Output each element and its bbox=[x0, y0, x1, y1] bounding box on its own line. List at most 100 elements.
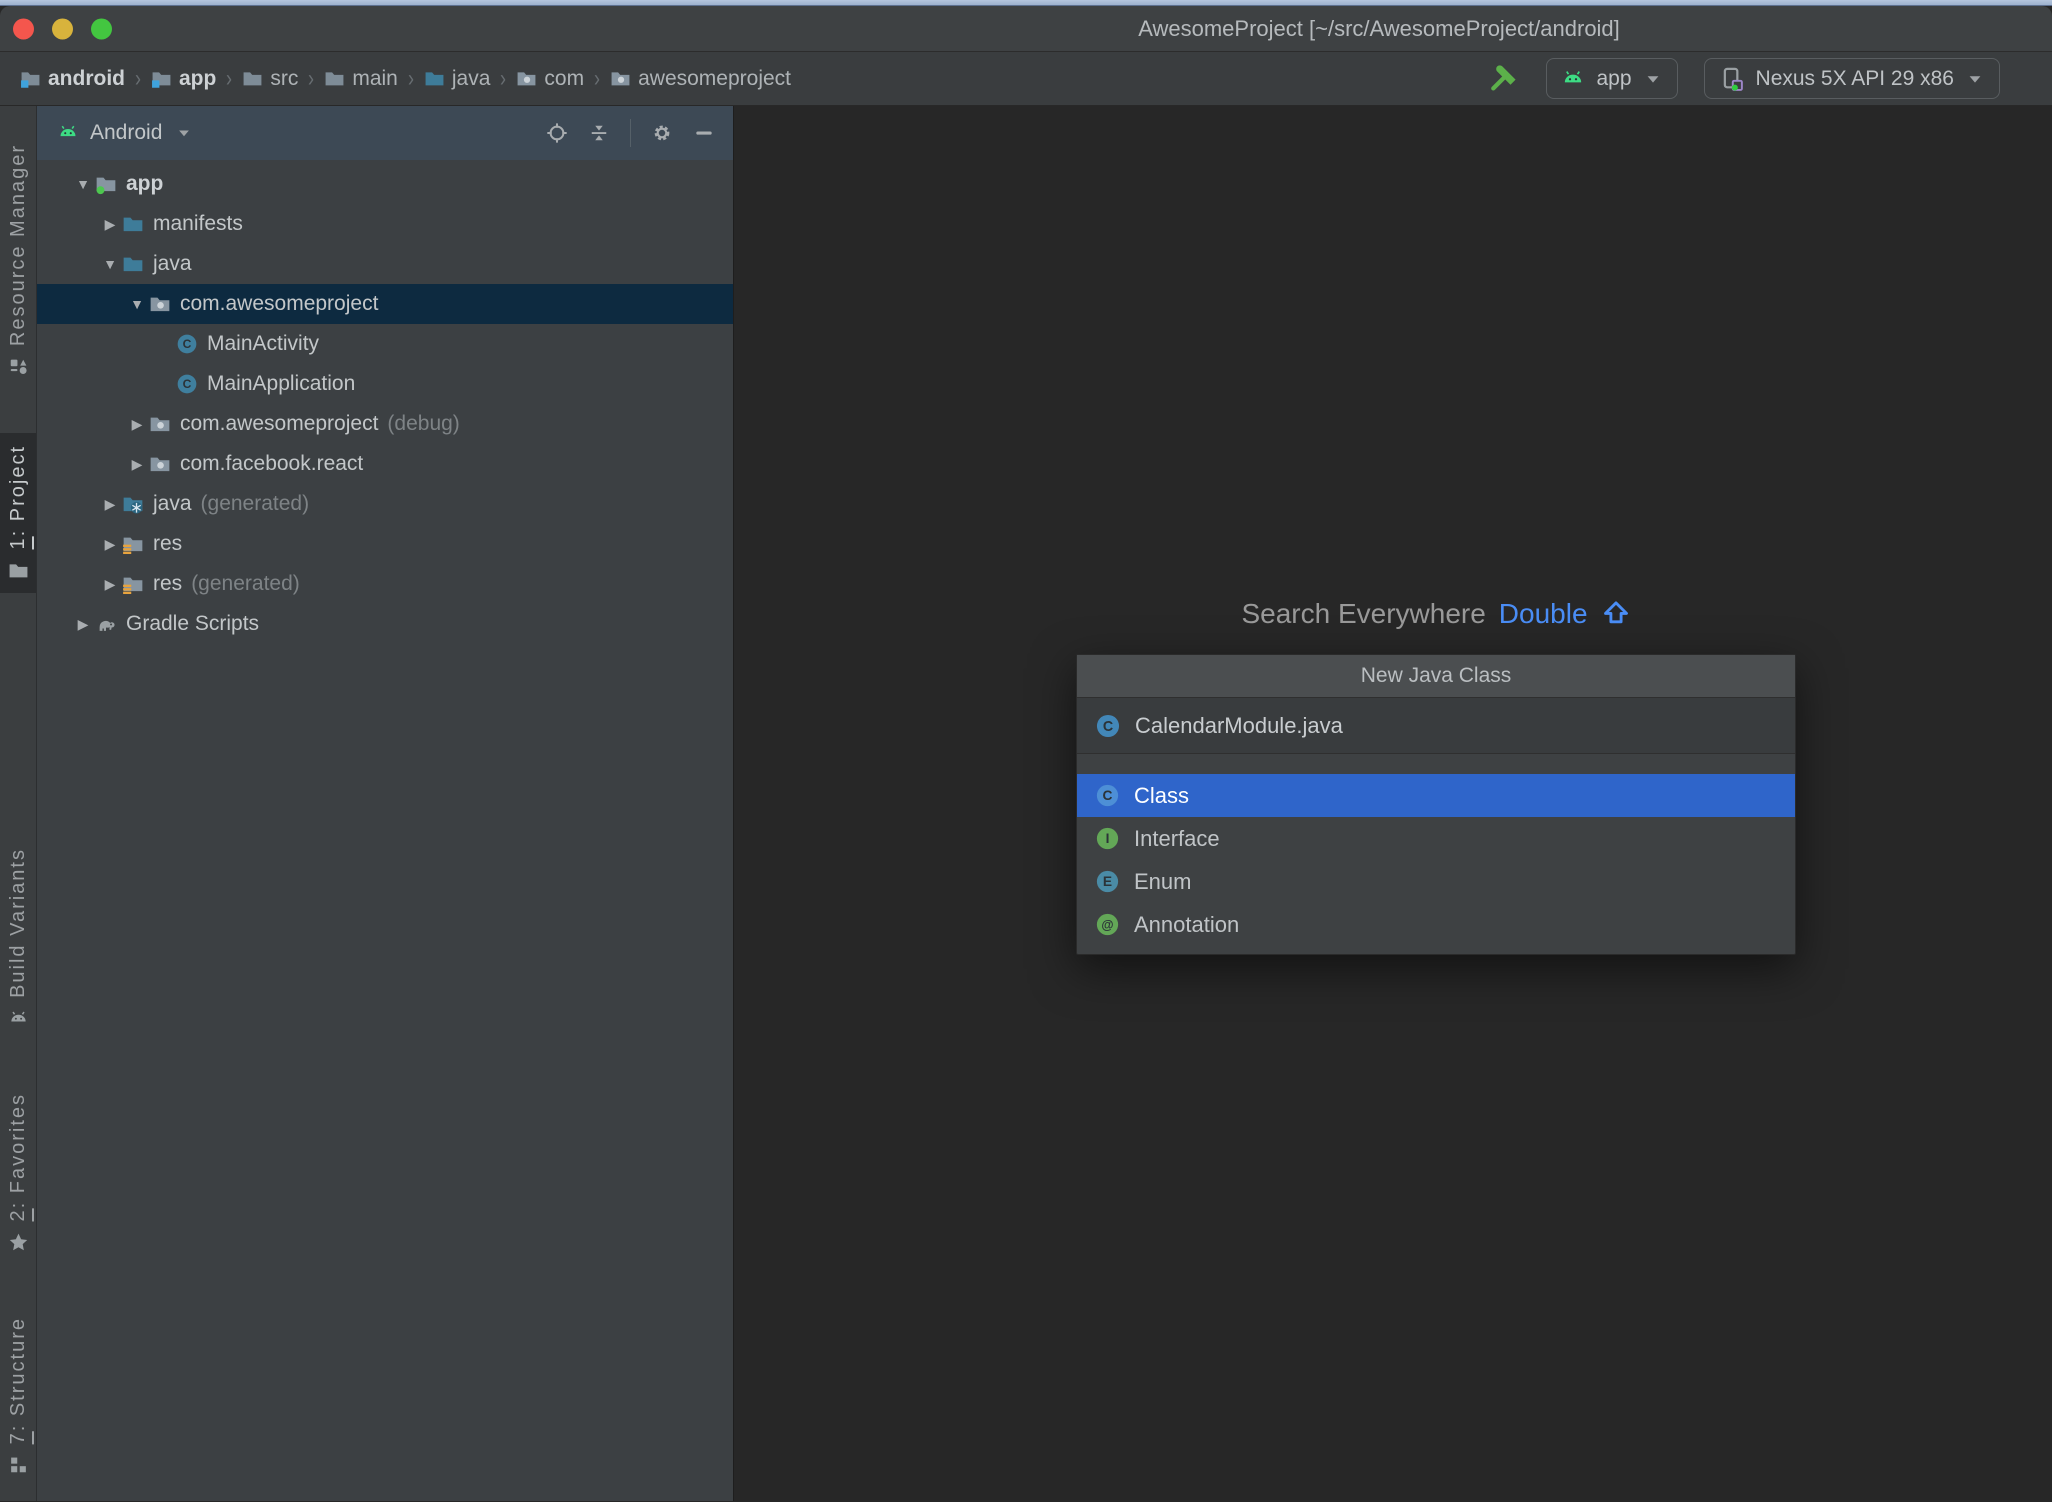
folder-teal-icon bbox=[122, 213, 144, 235]
settings-gear-icon[interactable] bbox=[651, 122, 673, 144]
kind-label: Class bbox=[1134, 782, 1190, 808]
hide-panel-icon[interactable] bbox=[693, 122, 715, 144]
project-folder-icon bbox=[8, 560, 29, 581]
folder-res-icon bbox=[122, 573, 144, 595]
tool-window-stripe: Resource Manager 1: Project Build Variant… bbox=[0, 106, 37, 1501]
project-tree: ▼ app ▶ manifests ▼ java ▼ com.awesomeproject C M… bbox=[37, 160, 733, 1501]
breadcrumb-item-android[interactable]: android bbox=[20, 67, 125, 91]
breadcrumb-separator: › bbox=[135, 64, 141, 92]
stripe-label: 2: Favorites bbox=[6, 1093, 29, 1222]
structure-icon bbox=[8, 1454, 29, 1475]
tree-label: java bbox=[153, 252, 192, 275]
tree-row-manifests[interactable]: ▶ manifests bbox=[37, 204, 733, 244]
tree-row-mainactivity[interactable]: C MainActivity bbox=[37, 324, 733, 364]
stripe-button-structure[interactable]: 7: Structure bbox=[0, 1305, 36, 1487]
tree-toggle-icon[interactable]: ▶ bbox=[125, 456, 149, 473]
divider bbox=[630, 119, 631, 147]
project-panel-header: Android bbox=[37, 106, 733, 160]
editor-area: Search Everywhere Double New Java Class … bbox=[734, 106, 2052, 1501]
svg-text:I: I bbox=[1106, 831, 1110, 846]
tree-toggle-icon[interactable]: ▶ bbox=[71, 616, 95, 633]
tree-label: manifests bbox=[153, 212, 243, 235]
breadcrumb-label: awesomeproject bbox=[638, 66, 791, 90]
tree-toggle-icon[interactable]: ▶ bbox=[125, 416, 149, 433]
package-icon bbox=[610, 68, 631, 89]
tree-label: java bbox=[153, 492, 192, 515]
folder-icon bbox=[242, 68, 263, 89]
svg-text:C: C bbox=[183, 377, 192, 391]
build-hammer-icon[interactable] bbox=[1486, 62, 1520, 96]
module-folder-icon bbox=[20, 68, 41, 89]
star-icon bbox=[8, 1232, 29, 1253]
tree-toggle-icon[interactable]: ▶ bbox=[98, 536, 122, 553]
tree-row-app[interactable]: ▼ app bbox=[37, 164, 733, 204]
interface-icon: I bbox=[1095, 826, 1120, 851]
android-icon bbox=[1561, 67, 1585, 91]
tree-toggle-icon[interactable]: ▼ bbox=[98, 256, 122, 272]
zoom-window-button[interactable] bbox=[91, 18, 112, 39]
gradle-icon bbox=[95, 613, 117, 635]
tree-toggle-icon[interactable]: ▶ bbox=[98, 576, 122, 593]
tree-row-com.awesomeproject[interactable]: ▶ com.awesomeproject (debug) bbox=[37, 404, 733, 444]
stripe-label: 1: Project bbox=[6, 445, 29, 550]
breadcrumb-separator: › bbox=[308, 64, 315, 92]
run-config-selector[interactable]: app bbox=[1546, 58, 1678, 99]
tree-label: MainApplication bbox=[207, 372, 356, 395]
tree-label: Gradle Scripts bbox=[126, 612, 260, 635]
tree-row-java[interactable]: ▼ java bbox=[37, 244, 733, 284]
class-name-input[interactable]: C CalendarModule.java bbox=[1077, 698, 1795, 754]
tree-row-java[interactable]: ▶ java (generated) bbox=[37, 484, 733, 524]
kind-option-enum[interactable]: E Enum bbox=[1077, 860, 1795, 903]
chevron-down-icon bbox=[1965, 69, 1985, 89]
tree-toggle-icon[interactable]: ▼ bbox=[125, 296, 149, 312]
breadcrumb-separator: › bbox=[594, 64, 601, 92]
minimize-window-button[interactable] bbox=[52, 18, 73, 39]
stripe-button-project[interactable]: 1: Project bbox=[0, 433, 36, 593]
class-name-value: CalendarModule.java bbox=[1135, 712, 1343, 738]
kind-option-class[interactable]: C Class bbox=[1077, 774, 1795, 817]
stripe-button-resource-manager[interactable]: Resource Manager bbox=[0, 132, 36, 389]
locate-file-icon[interactable] bbox=[546, 122, 568, 144]
device-icon bbox=[1719, 66, 1745, 92]
tree-toggle-icon[interactable]: ▶ bbox=[98, 216, 122, 233]
hint-text: Search Everywhere bbox=[1241, 598, 1486, 629]
breadcrumb-item-app[interactable]: app bbox=[151, 67, 216, 91]
package-icon bbox=[149, 293, 171, 315]
kind-label: Enum bbox=[1134, 868, 1192, 894]
folder-src-icon bbox=[424, 68, 445, 89]
breadcrumb-item-awesomeproject[interactable]: awesomeproject bbox=[610, 67, 791, 91]
tree-row-res[interactable]: ▶ res (generated) bbox=[37, 564, 733, 604]
traffic-lights bbox=[13, 18, 112, 39]
stripe-button-build-variants[interactable]: Build Variants bbox=[0, 836, 36, 1041]
folder-generated-icon bbox=[122, 493, 144, 515]
tree-row-gradle-scripts[interactable]: ▶ Gradle Scripts bbox=[37, 604, 733, 644]
tree-row-mainapplication[interactable]: C MainApplication bbox=[37, 364, 733, 404]
kind-option-annotation[interactable]: @ Annotation bbox=[1077, 903, 1795, 946]
kind-option-interface[interactable]: I Interface bbox=[1077, 817, 1795, 860]
breadcrumb-label: com bbox=[544, 66, 585, 90]
collapse-all-icon[interactable] bbox=[588, 122, 610, 144]
tree-row-com.awesomeproject[interactable]: ▼ com.awesomeproject bbox=[37, 284, 733, 324]
close-window-button[interactable] bbox=[13, 18, 34, 39]
stripe-button-favorites[interactable]: 2: Favorites bbox=[0, 1081, 36, 1264]
chevron-down-icon[interactable] bbox=[175, 124, 193, 142]
project-view-selector[interactable]: Android bbox=[90, 121, 162, 145]
device-selector[interactable]: Nexus 5X API 29 x86 bbox=[1703, 58, 2000, 99]
breadcrumb-label: app bbox=[179, 66, 217, 90]
tree-toggle-icon[interactable]: ▼ bbox=[71, 176, 95, 192]
kind-list: C Class I Interface E Enum @ Annotation bbox=[1077, 754, 1795, 954]
tree-toggle-icon[interactable]: ▶ bbox=[98, 496, 122, 513]
tree-label: com.awesomeproject bbox=[180, 412, 379, 435]
breadcrumb-item-java[interactable]: java bbox=[424, 67, 490, 91]
stripe-label: 7: Structure bbox=[6, 1316, 29, 1444]
breadcrumb-item-src[interactable]: src bbox=[242, 67, 298, 91]
breadcrumb-item-main[interactable]: main bbox=[324, 67, 398, 91]
breadcrumb-item-com[interactable]: com bbox=[516, 67, 584, 91]
stripe-label: Build Variants bbox=[6, 848, 29, 999]
breadcrumb-separator: › bbox=[500, 64, 507, 92]
class-bright-icon: C bbox=[1095, 783, 1120, 808]
resource-manager-icon bbox=[8, 356, 29, 377]
tree-row-res[interactable]: ▶ res bbox=[37, 524, 733, 564]
tree-row-com.facebook.react[interactable]: ▶ com.facebook.react bbox=[37, 444, 733, 484]
panel-actions bbox=[546, 119, 715, 147]
